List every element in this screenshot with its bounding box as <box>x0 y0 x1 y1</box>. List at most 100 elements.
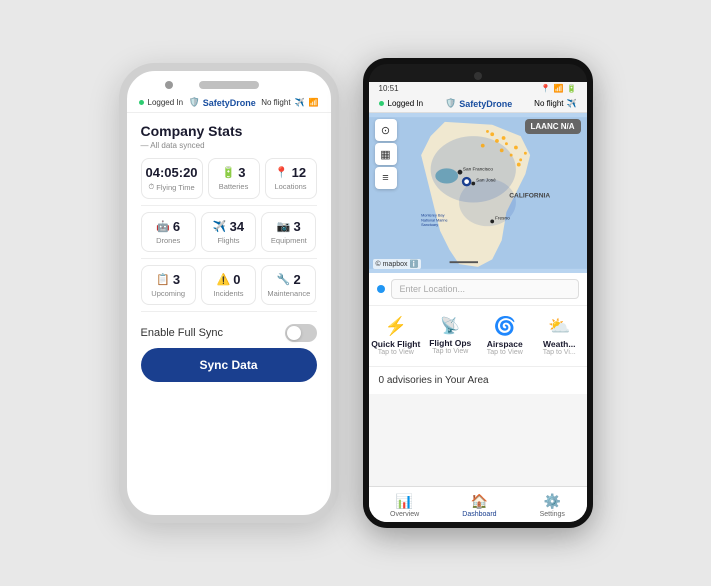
airspace-action[interactable]: 🌀 Airspace Tap to View <box>478 312 533 360</box>
flight-ops-icon: 📡 <box>440 316 460 336</box>
map-controls: ⊙ ▦ ≡ <box>375 119 397 189</box>
search-location-dot <box>377 285 385 293</box>
equipment-value: 3 <box>294 219 301 234</box>
signal-status-icon: 📶 <box>554 84 564 93</box>
flights-label: Flights <box>206 236 251 245</box>
no-flight-label: No flight <box>261 98 290 107</box>
flight-ops-sublabel: Tap to View <box>432 348 468 355</box>
nav-dashboard[interactable]: 🏠 Dashboard <box>454 491 504 520</box>
front-camera <box>165 81 173 89</box>
signal-icon: 📶 <box>309 98 319 107</box>
android-brand-icon: 🛡️ <box>445 98 456 109</box>
stats-divider-2 <box>141 258 317 259</box>
target-control-btn[interactable]: ⊙ <box>375 119 397 141</box>
iphone-content: Company Stats All data synced 04:05:20 ⏱… <box>127 113 331 515</box>
stats-divider-1 <box>141 205 317 206</box>
layers-control-btn[interactable]: ▦ <box>375 143 397 165</box>
stat-locations: 📍 12 Locations <box>265 158 317 199</box>
android-status-bar: 10:51 📍 📶 🔋 <box>369 82 587 95</box>
iphone-screen: Logged In 🛡️ SafetyDrone No flight ✈️ 📶 … <box>127 93 331 515</box>
enable-sync-toggle[interactable] <box>285 324 317 342</box>
battery-status-icon: 🔋 <box>567 84 577 93</box>
maintenance-label: Maintenance <box>266 289 311 298</box>
upcoming-icon: 📋 <box>156 273 170 286</box>
airspace-label: Airspace <box>487 339 523 349</box>
drones-value: 6 <box>173 219 180 234</box>
map-area[interactable]: San Francisco San José Fresno CALIFORNIA… <box>369 113 587 273</box>
flight-icon: ✈️ <box>295 98 305 107</box>
android-device: 10:51 📍 📶 🔋 Logged In 🛡️ SafetyDrone <box>363 58 593 528</box>
quick-flight-action[interactable]: ⚡ Quick Flight Tap to View <box>369 312 424 360</box>
svg-text:National Marine: National Marine <box>421 218 447 222</box>
stat-equipment: 📷 3 Equipment <box>261 212 316 252</box>
maintenance-value: 2 <box>294 272 301 287</box>
iphone-brand: 🛡️ SafetyDrone <box>189 97 256 108</box>
upcoming-value: 3 <box>173 272 180 287</box>
enable-sync-label: Enable Full Sync <box>141 327 224 339</box>
flying-time-label: ⏱ Flying Time <box>146 182 198 192</box>
flying-time-value: 04:05:20 <box>146 165 198 180</box>
map-svg: San Francisco San José Fresno CALIFORNIA… <box>369 113 587 273</box>
iphone-status-bar: Logged In 🛡️ SafetyDrone No flight ✈️ 📶 <box>127 93 331 113</box>
svg-text:San José: San José <box>476 178 496 184</box>
equipment-label: Equipment <box>266 236 311 245</box>
overview-icon: 📊 <box>396 493 413 510</box>
android-time: 10:51 <box>379 84 399 93</box>
stack-control-btn[interactable]: ≡ <box>375 167 397 189</box>
logged-in-label: Logged In <box>148 98 184 107</box>
android-flight-icon: ✈️ <box>567 99 577 108</box>
nav-overview[interactable]: 📊 Overview <box>382 491 427 520</box>
dashboard-label: Dashboard <box>462 511 496 518</box>
quick-flight-icon: ⚡ <box>385 316 407 337</box>
battery-icon: 🔋 <box>222 166 236 179</box>
svg-text:Sanctuary: Sanctuary <box>421 223 438 227</box>
sync-data-button[interactable]: Sync Data <box>141 348 317 382</box>
company-stats-title: Company Stats <box>141 123 317 139</box>
laanc-badge: LAANC N/A <box>525 119 581 134</box>
stat-flights: ✈️ 34 Flights <box>201 212 256 252</box>
svg-text:CALIFORNIA: CALIFORNIA <box>509 193 550 200</box>
settings-icon: ⚙️ <box>544 493 561 510</box>
incidents-label: Incidents <box>206 289 251 298</box>
iphone-device: Logged In 🛡️ SafetyDrone No flight ✈️ 📶 … <box>119 63 339 523</box>
flights-icon: ✈️ <box>213 220 227 233</box>
android-status-icons: 📍 📶 🔋 <box>541 84 577 93</box>
svg-text:San Francisco: San Francisco <box>462 166 493 172</box>
locations-value: 12 <box>292 165 306 180</box>
scene: Logged In 🛡️ SafetyDrone No flight ✈️ 📶 … <box>99 38 613 548</box>
advisories-text: 0 advisories in Your Area <box>379 375 489 386</box>
location-search-input[interactable]: Enter Location... <box>391 279 579 299</box>
weather-label: Weath... <box>543 339 575 349</box>
weather-sublabel: Tap to Vi... <box>543 349 576 356</box>
stat-upcoming: 📋 3 Upcoming <box>141 265 196 305</box>
flight-ops-action[interactable]: 📡 Flight Ops Tap to View <box>423 312 478 360</box>
quick-actions-grid: ⚡ Quick Flight Tap to View 📡 Flight Ops … <box>369 306 587 367</box>
drones-label: Drones <box>146 236 191 245</box>
nav-settings[interactable]: ⚙️ Settings <box>532 491 573 520</box>
airspace-icon: 🌀 <box>494 316 516 337</box>
svg-text:Fresno: Fresno <box>495 216 510 222</box>
location-icon: 📍 <box>275 166 289 179</box>
android-screen: 10:51 📍 📶 🔋 Logged In 🛡️ SafetyDrone <box>369 82 587 522</box>
stats-row-3: 📋 3 Upcoming ⚠️ 0 Incidents <box>141 265 317 305</box>
mapbox-credit: © mapbox ℹ️ <box>373 259 422 269</box>
status-right: No flight ✈️ 📶 <box>261 98 318 107</box>
quick-flight-label: Quick Flight <box>371 339 420 349</box>
android-bottom-nav: 📊 Overview 🏠 Dashboard ⚙️ Settings <box>369 486 587 522</box>
logged-in-dot <box>139 100 144 105</box>
android-header: Logged In 🛡️ SafetyDrone No flight ✈️ <box>369 95 587 113</box>
airspace-sublabel: Tap to View <box>487 349 523 356</box>
android-logged-in-dot <box>379 101 384 106</box>
android-front-camera <box>474 72 482 80</box>
brand-icon: 🛡️ <box>189 97 200 108</box>
weather-action[interactable]: ⛅ Weath... Tap to Vi... <box>532 312 587 360</box>
flight-ops-label: Flight Ops <box>429 338 471 348</box>
android-brand-name: SafetyDrone <box>459 99 512 109</box>
weather-icon: ⛅ <box>548 316 570 337</box>
flights-value: 34 <box>230 219 244 234</box>
incidents-value: 0 <box>233 272 240 287</box>
locations-label: Locations <box>270 182 312 191</box>
stat-batteries: 🔋 3 Batteries <box>208 158 260 199</box>
advisories-row: 0 advisories in Your Area <box>369 367 587 394</box>
synced-label: All data synced <box>141 141 317 150</box>
